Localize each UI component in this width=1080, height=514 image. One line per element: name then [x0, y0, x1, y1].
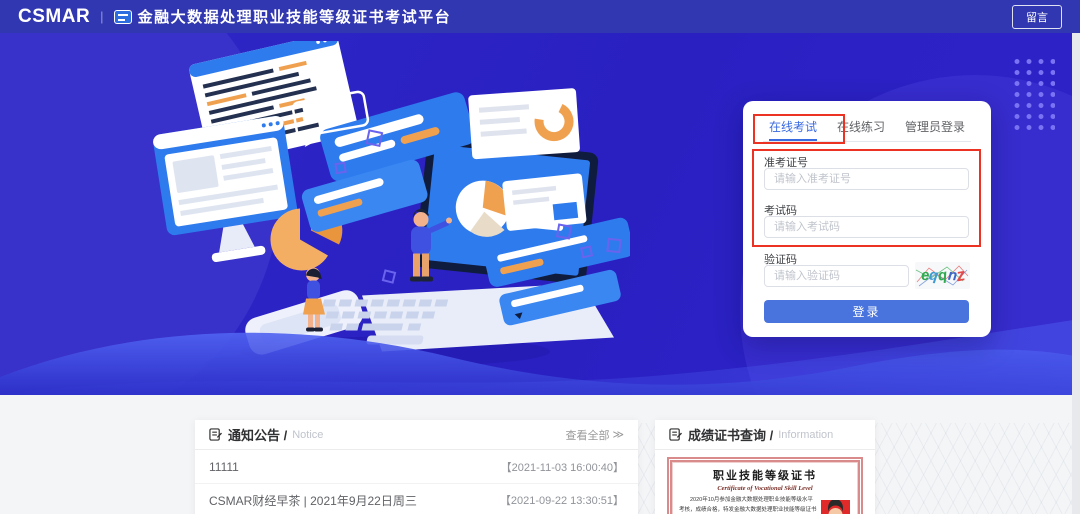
captcha-image[interactable]: e q q n z — [915, 262, 970, 289]
certificate-title: 职业技能等级证书 — [679, 467, 851, 483]
tab-online-practice[interactable]: 在线练习 — [837, 115, 885, 141]
platform-badge-icon — [114, 10, 132, 24]
navbar: CSMAR | 金融大数据处理职业技能等级证书考试平台 留言 — [0, 0, 1080, 33]
bottom-section: 通知公告 / Notice 查看全部 ≫ 11111 【2021-11-03 1… — [0, 395, 1080, 514]
certificate-panel-subtitle: Information — [778, 429, 833, 441]
notice-item-time: 【2021-09-22 13:30:51】 — [500, 492, 624, 508]
login-tabs: 在线考试 在线练习 管理员登录 — [763, 115, 971, 142]
view-all-link[interactable]: 查看全部 ≫ — [565, 427, 624, 443]
notice-panel-header: 通知公告 / Notice 查看全部 ≫ — [195, 420, 638, 450]
certificate-panel-header: 成绩证书查询 / Information — [655, 420, 875, 450]
captcha-input[interactable] — [764, 265, 909, 287]
exam-code-input[interactable] — [764, 216, 969, 238]
tab-admin-login[interactable]: 管理员登录 — [905, 115, 965, 141]
message-button[interactable]: 留言 — [1012, 5, 1062, 29]
login-card: 在线考试 在线练习 管理员登录 准考证号 考试码 验证码 e q q n z 登… — [743, 101, 991, 337]
nav-divider: | — [100, 9, 103, 24]
certificate-photo — [821, 500, 850, 514]
certificate-panel-title: 成绩证书查询 / — [688, 425, 773, 444]
notice-row[interactable]: CSMAR财经早茶 | 2021年9月22日周三 【2021-09-22 13:… — [195, 483, 638, 514]
login-button[interactable]: 登录 — [764, 300, 969, 323]
notice-subtitle: Notice — [292, 429, 323, 441]
scrollbar[interactable] — [1072, 33, 1080, 514]
tab-online-exam[interactable]: 在线考试 — [769, 115, 817, 141]
csmar-logo: CSMAR — [18, 6, 90, 28]
notice-row[interactable]: 11111 【2021-11-03 16:00:40】 — [195, 450, 638, 483]
notice-item-title: CSMAR财经早茶 | 2021年9月22日周三 — [209, 492, 417, 509]
platform-title: 金融大数据处理职业技能等级证书考试平台 — [138, 6, 452, 27]
notice-item-time: 【2021-11-03 16:00:40】 — [501, 459, 624, 475]
certificate-panel: 成绩证书查询 / Information 职业技能等级证书 Certificat… — [655, 420, 875, 514]
donut-card-illustration — [468, 88, 580, 159]
notice-item-title: 11111 — [209, 460, 239, 474]
hero-banner: 在线考试 在线练习 管理员登录 准考证号 考试码 验证码 e q q n z 登… — [0, 33, 1080, 395]
chevron-double-right-icon: ≫ — [612, 428, 624, 441]
memo-icon — [209, 428, 222, 441]
hero-dot-grid — [1011, 56, 1055, 132]
notice-panel: 通知公告 / Notice 查看全部 ≫ 11111 【2021-11-03 1… — [195, 420, 638, 514]
notice-title: 通知公告 / — [228, 425, 287, 444]
certificate-subtitle: Certificate of Vocational Skill Level — [679, 485, 851, 492]
view-all-label: 查看全部 — [565, 427, 609, 443]
certificate-text-cn: 2020年10月参加金融大数据处理职业技能等级水平考核，成绩合格，特发金融大数据… — [679, 496, 817, 514]
admission-number-input[interactable] — [764, 168, 969, 190]
right-card-illustration — [502, 173, 587, 231]
memo-icon — [669, 428, 682, 441]
certificate-image: 职业技能等级证书 Certificate of Vocational Skill… — [667, 457, 863, 514]
